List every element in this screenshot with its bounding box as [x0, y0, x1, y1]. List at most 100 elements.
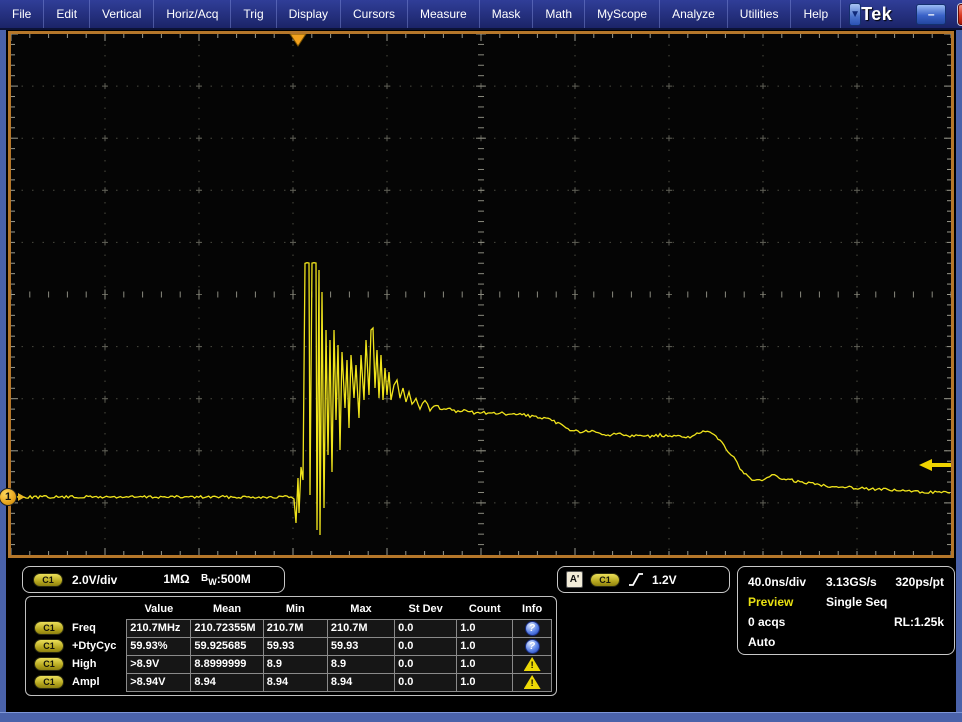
measurement-min: 8.94: [263, 673, 327, 691]
trigger-mode: Auto: [748, 635, 775, 649]
measurement-name: High: [72, 658, 96, 670]
measurement-count: 1.0: [457, 637, 513, 655]
measurement-row-ampl[interactable]: C1Ampl>8.94V8.948.948.940.01.0!: [30, 673, 552, 691]
menu-items: FileEditVerticalHoriz/AcqTrigDisplayCurs…: [0, 0, 841, 28]
measurement-stdev: 0.0: [395, 673, 457, 691]
trigger-level-arrow[interactable]: [919, 459, 951, 471]
impedance-value: 1MΩ: [163, 572, 189, 586]
record-length: RL:1.25k: [894, 615, 944, 629]
measurement-count: 1.0: [457, 619, 513, 637]
menu-item-horiz-acq[interactable]: Horiz/Acq: [154, 0, 231, 28]
trigger-level-value: 1.2V: [652, 573, 677, 587]
trigger-status-box[interactable]: A' C1 1.2V: [557, 566, 730, 593]
channel1-badge: C1: [34, 675, 64, 689]
channel1-badge: C1: [34, 639, 64, 653]
menu-item-math[interactable]: Math: [533, 0, 585, 28]
trigger-position-marker[interactable]: [290, 34, 306, 46]
scope-application-window: FileEditVerticalHoriz/AcqTrigDisplayCurs…: [0, 0, 962, 722]
resolution-value: 320ps/pt: [895, 575, 944, 589]
menu-item-display[interactable]: Display: [277, 0, 341, 28]
horizontal-status-box[interactable]: 40.0ns/div 3.13GS/s 320ps/pt Preview Sin…: [737, 566, 955, 655]
channel1-marker-arrow-icon: [18, 493, 25, 501]
measurement-max: 8.94: [327, 673, 394, 691]
menu-item-trig[interactable]: Trig: [231, 0, 276, 28]
measurement-mean: 8.8999999: [191, 655, 263, 673]
column-header-value: Value: [127, 599, 191, 619]
measurement-min: 210.7M: [263, 619, 327, 637]
measurement-stdev: 0.0: [395, 637, 457, 655]
menu-item-vertical[interactable]: Vertical: [90, 0, 154, 28]
acquisition-mode: Single Seq: [826, 595, 944, 609]
trigger-channel-badge: C1: [590, 573, 620, 587]
measurement-count: 1.0: [457, 673, 513, 691]
rising-edge-icon: [627, 571, 645, 588]
question-info-icon[interactable]: ?: [525, 639, 540, 654]
measurement-value: 59.93%: [127, 637, 191, 655]
column-header-min: Min: [263, 599, 327, 619]
measurement-name: Ampl: [72, 676, 100, 688]
measurement-max: 59.93: [327, 637, 394, 655]
column-header-st-dev: St Dev: [395, 599, 457, 619]
measurement-row-freq[interactable]: C1Freq210.7MHz210.72355M210.7M210.7M0.01…: [30, 619, 552, 637]
menu-item-utilities[interactable]: Utilities: [728, 0, 792, 28]
channel1-badge: C1: [34, 657, 64, 671]
column-header-count: Count: [457, 599, 513, 619]
column-header-max: Max: [327, 599, 394, 619]
measurement-header-row: ValueMeanMinMaxSt DevCountInfo: [30, 599, 552, 619]
minimize-button[interactable]: –: [916, 4, 946, 25]
measurement-stdev: 0.0: [395, 619, 457, 637]
measurement-mean: 59.925685: [191, 637, 263, 655]
channel1-badge: C1: [34, 621, 64, 635]
menu-overflow-button[interactable]: ▼: [849, 3, 861, 26]
measurement-max: 8.9: [327, 655, 394, 673]
sample-rate-value: 3.13GS/s: [826, 575, 895, 589]
measurement-value: >8.94V: [127, 673, 191, 691]
column-header-info: Info: [513, 599, 552, 619]
warning-icon[interactable]: !: [524, 657, 541, 671]
measurement-value: >8.9V: [127, 655, 191, 673]
channel-status-box[interactable]: C1 2.0V/div 1MΩ BW:500M: [22, 566, 285, 593]
measurement-row-dtycyc[interactable]: C1+DtyCyc59.93%59.92568559.9359.930.01.0…: [30, 637, 552, 655]
menu-item-cursors[interactable]: Cursors: [341, 0, 408, 28]
bw-label-w: W: [208, 577, 217, 587]
tek-logo: Tek: [861, 4, 892, 25]
channel-scale: 2.0V/div: [72, 573, 117, 587]
measurement-readout-panel[interactable]: ValueMeanMinMaxSt DevCountInfo C1 Freq 210…: [25, 596, 557, 696]
menu-item-measure[interactable]: Measure: [408, 0, 480, 28]
measurement-row-high[interactable]: C1High>8.9V8.89999998.98.90.01.0!: [30, 655, 552, 673]
warning-icon[interactable]: !: [524, 675, 541, 689]
channel1-badge: C1: [33, 573, 63, 587]
menu-item-myscope[interactable]: MyScope: [585, 0, 660, 28]
menu-bar: FileEditVerticalHoriz/AcqTrigDisplayCurs…: [0, 0, 962, 30]
scope-graticule: [11, 34, 951, 555]
preview-status: Preview: [748, 595, 826, 609]
menu-item-help[interactable]: Help: [791, 0, 841, 28]
menu-item-analyze[interactable]: Analyze: [660, 0, 728, 28]
measurement-name: +DtyCyc: [72, 640, 116, 652]
question-info-icon[interactable]: ?: [525, 621, 540, 636]
channel-coupling: 1MΩ BW:500M: [163, 572, 250, 587]
measurement-mean: 8.94: [191, 673, 263, 691]
menu-item-mask[interactable]: Mask: [480, 0, 534, 28]
measurement-stdev: 0.0: [395, 655, 457, 673]
close-button[interactable]: X: [958, 4, 962, 25]
trigger-source-badge: A': [566, 571, 583, 588]
acquisition-count: 0 acqs: [748, 615, 894, 629]
measurement-table: ValueMeanMinMaxSt DevCountInfo C1 Freq 210…: [30, 599, 552, 692]
menubar-right: Tek – X: [861, 0, 962, 28]
waveform-display[interactable]: 1: [8, 31, 954, 558]
chevron-down-icon: ▼: [850, 9, 860, 20]
measurement-min: 8.9: [263, 655, 327, 673]
measurement-min: 59.93: [263, 637, 327, 655]
window-frame-bottom: [0, 712, 962, 722]
measurement-name: Freq: [72, 622, 96, 634]
column-header-mean: Mean: [191, 599, 263, 619]
measurement-value: 210.7MHz: [127, 619, 191, 637]
menu-item-file[interactable]: File: [0, 0, 44, 28]
measurement-max: 210.7M: [327, 619, 394, 637]
measurement-mean: 210.72355M: [191, 619, 263, 637]
bw-value: :500M: [217, 572, 251, 586]
measurement-count: 1.0: [457, 655, 513, 673]
menu-item-edit[interactable]: Edit: [44, 0, 90, 28]
timebase-value: 40.0ns/div: [748, 575, 826, 589]
